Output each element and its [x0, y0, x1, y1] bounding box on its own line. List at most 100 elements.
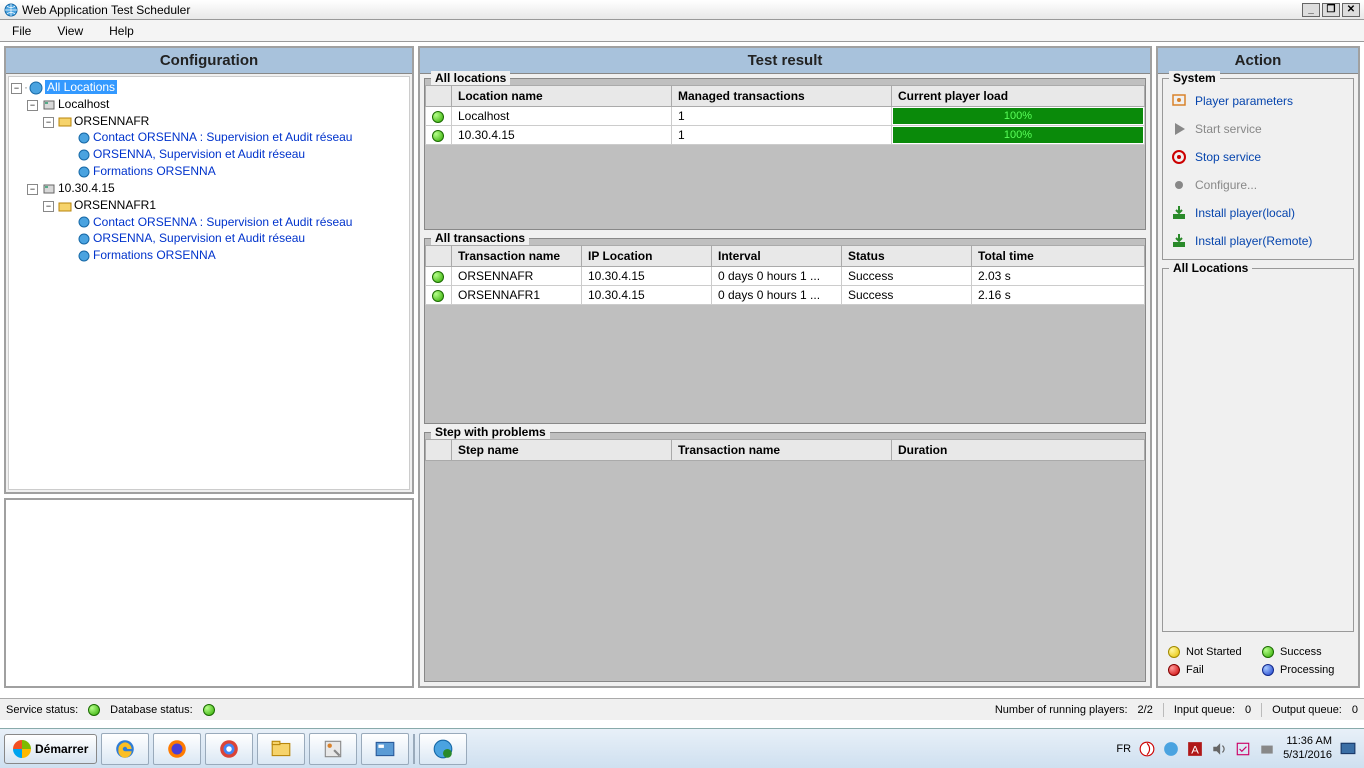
all-locations-action-group: All Locations — [1162, 268, 1354, 632]
folder-icon — [58, 199, 72, 213]
service-status-dot-icon — [88, 704, 100, 716]
show-desktop-icon[interactable] — [1340, 741, 1356, 757]
table-row[interactable]: ORSENNAFR 10.30.4.15 0 days 0 hours 1 ..… — [426, 267, 1145, 286]
player-parameters-link[interactable]: Player parameters — [1167, 87, 1349, 115]
tree-location[interactable]: Localhost — [58, 97, 109, 111]
col-status[interactable] — [426, 440, 452, 461]
cell: 0 days 0 hours 1 ... — [712, 267, 842, 286]
stop-service-link[interactable]: Stop service — [1167, 143, 1349, 171]
col-location-name[interactable]: Location name — [452, 86, 672, 107]
action-label: Player parameters — [1195, 94, 1293, 108]
language-indicator[interactable]: FR — [1116, 743, 1131, 755]
tray-icon[interactable]: A — [1187, 741, 1203, 757]
tree-group[interactable]: ORSENNAFR — [74, 114, 149, 128]
cell: 10.30.4.15 — [582, 286, 712, 305]
volume-icon[interactable] — [1211, 741, 1227, 757]
tree-item[interactable]: Formations ORSENNA — [93, 164, 216, 178]
tree-root[interactable]: All Locations — [45, 80, 117, 94]
configuration-title: Configuration — [6, 48, 412, 74]
tray-icon[interactable] — [1259, 741, 1275, 757]
col-dur[interactable]: Duration — [892, 440, 1145, 461]
col-step[interactable]: Step name — [452, 440, 672, 461]
server-icon — [42, 182, 56, 196]
tree-item[interactable]: Contact ORSENNA : Supervision et Audit r… — [93, 130, 352, 144]
tree-collapse-icon[interactable]: − — [27, 100, 38, 111]
task-app2[interactable] — [361, 733, 409, 765]
col-status[interactable] — [426, 246, 452, 267]
col-managed[interactable]: Managed transactions — [672, 86, 892, 107]
tree-collapse-icon[interactable]: − — [43, 117, 54, 128]
app-icon — [4, 3, 18, 17]
clock-date: 5/31/2016 — [1283, 749, 1332, 762]
tree-group[interactable]: ORSENNAFR1 — [74, 198, 156, 212]
windows-logo-icon — [13, 740, 31, 758]
tree-item[interactable]: ORSENNA, Supervision et Audit réseau — [93, 231, 305, 245]
task-firefox[interactable] — [153, 733, 201, 765]
menu-bar: File View Help — [0, 20, 1364, 42]
col-load[interactable]: Current player load — [892, 86, 1145, 107]
status-dot-icon — [432, 111, 444, 123]
configure-link: Configure... — [1167, 171, 1349, 199]
tray-icon[interactable] — [1235, 741, 1251, 757]
system-legend: System — [1169, 71, 1220, 85]
system-tray: FR A 11:36 AM 5/31/2016 — [1116, 735, 1360, 761]
table-row[interactable]: ORSENNAFR1 10.30.4.15 0 days 0 hours 1 .… — [426, 286, 1145, 305]
start-service-link: Start service — [1167, 115, 1349, 143]
action-label: Install player(local) — [1195, 206, 1295, 220]
cell-managed: 1 — [672, 126, 892, 145]
start-label: Démarrer — [35, 742, 88, 756]
location-tree[interactable]: −·All Locations −Localhost −ORSENNAFR Co… — [8, 76, 410, 490]
tree-collapse-icon[interactable]: − — [43, 201, 54, 212]
menu-file[interactable]: File — [6, 22, 37, 40]
left-column: Configuration −·All Locations −Localhost… — [4, 46, 414, 688]
window-title: Web Application Test Scheduler — [22, 3, 190, 17]
tree-collapse-icon[interactable]: − — [11, 83, 22, 94]
cell-name: Localhost — [452, 107, 672, 126]
minimize-button[interactable]: _ — [1302, 3, 1320, 17]
cell-managed: 1 — [672, 107, 892, 126]
install-remote-link[interactable]: Install player(Remote) — [1167, 227, 1349, 255]
install-icon — [1171, 233, 1187, 249]
action-label: Stop service — [1195, 150, 1261, 164]
cell: 2.03 s — [972, 267, 1145, 286]
cell-name: 10.30.4.15 — [452, 126, 672, 145]
globe-icon — [77, 215, 91, 229]
clock[interactable]: 11:36 AM 5/31/2016 — [1283, 735, 1332, 761]
tree-location[interactable]: 10.30.4.15 — [58, 181, 115, 195]
tree-item[interactable]: Contact ORSENNA : Supervision et Audit r… — [93, 215, 352, 229]
task-chrome[interactable] — [205, 733, 253, 765]
menu-view[interactable]: View — [51, 22, 89, 40]
col-ip[interactable]: IP Location — [582, 246, 712, 267]
blue-dot-icon — [1262, 664, 1274, 676]
table-row[interactable]: Localhost 1 100% — [426, 107, 1145, 126]
col-status[interactable] — [426, 86, 452, 107]
col-tx-name[interactable]: Transaction name — [452, 246, 582, 267]
status-dot-icon — [432, 271, 444, 283]
task-explorer[interactable] — [257, 733, 305, 765]
start-button[interactable]: Démarrer — [4, 734, 97, 764]
task-app1[interactable] — [309, 733, 357, 765]
tray-icon[interactable] — [1163, 741, 1179, 757]
tree-item[interactable]: ORSENNA, Supervision et Audit réseau — [93, 147, 305, 161]
table-row[interactable]: 10.30.4.15 1 100% — [426, 126, 1145, 145]
task-ie[interactable] — [101, 733, 149, 765]
test-result-title: Test result — [420, 48, 1150, 74]
step-problems-table: Step name Transaction name Duration — [425, 439, 1145, 461]
tray-icon[interactable] — [1139, 741, 1155, 757]
col-tx[interactable]: Transaction name — [672, 440, 892, 461]
col-interval[interactable]: Interval — [712, 246, 842, 267]
configuration-panel: Configuration −·All Locations −Localhost… — [4, 46, 414, 494]
globe-icon — [77, 165, 91, 179]
col-stat[interactable]: Status — [842, 246, 972, 267]
tree-item[interactable]: Formations ORSENNA — [93, 248, 216, 262]
legend-success: Success — [1262, 646, 1348, 658]
legend-fail: Fail — [1168, 664, 1254, 676]
col-time[interactable]: Total time — [972, 246, 1145, 267]
install-local-link[interactable]: Install player(local) — [1167, 199, 1349, 227]
close-button[interactable]: ✕ — [1342, 3, 1360, 17]
tree-collapse-icon[interactable]: − — [27, 184, 38, 195]
action-label: Start service — [1195, 122, 1262, 136]
maximize-button[interactable]: ❐ — [1322, 3, 1340, 17]
task-current-app[interactable] — [419, 733, 467, 765]
menu-help[interactable]: Help — [103, 22, 140, 40]
